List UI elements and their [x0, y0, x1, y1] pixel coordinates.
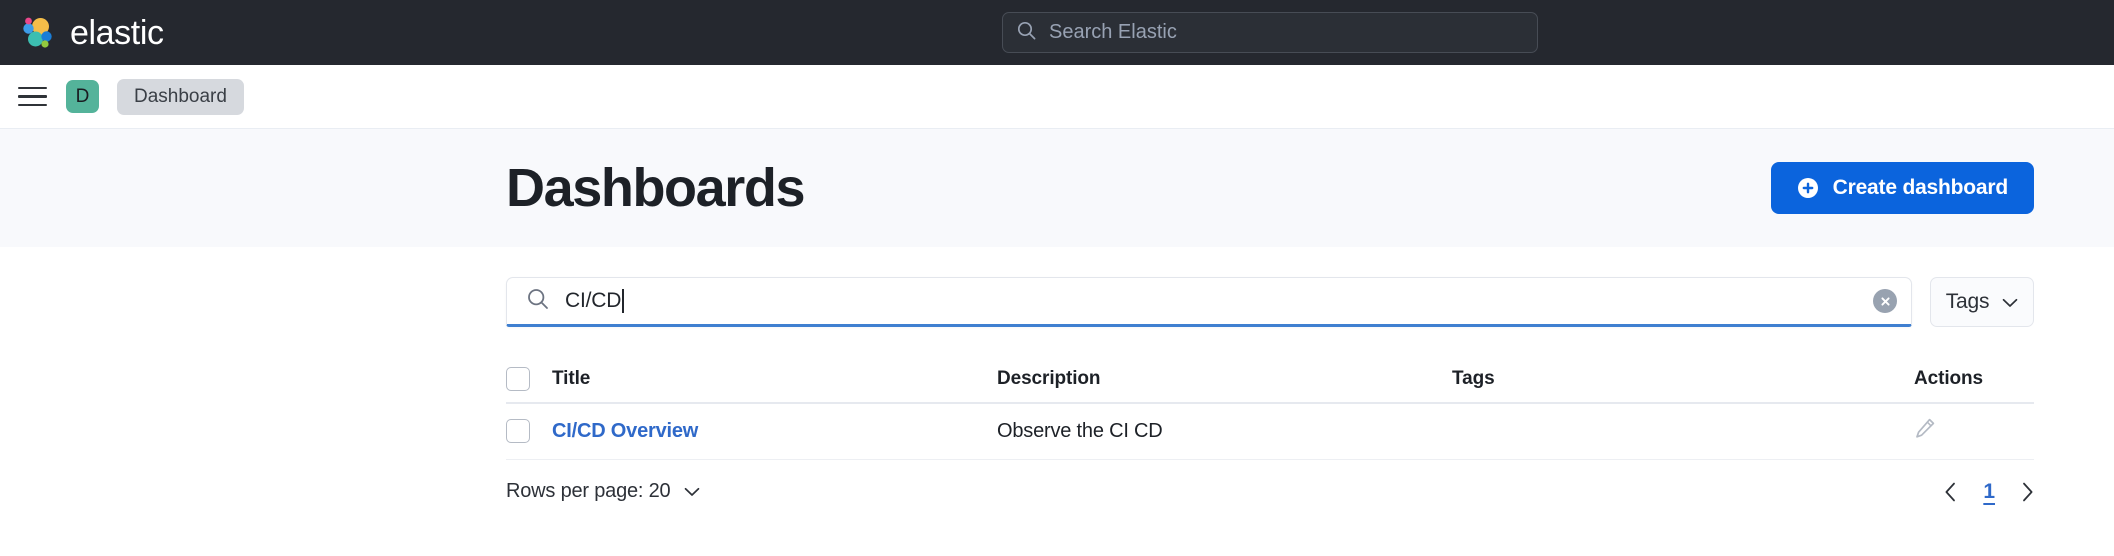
elastic-logo-icon — [18, 14, 56, 52]
clear-search-icon[interactable] — [1873, 289, 1897, 313]
rows-per-page-label: Rows per page: 20 — [506, 480, 670, 503]
page-number-1[interactable]: 1 — [1983, 480, 1995, 504]
table-header: Title Description Tags Actions — [506, 355, 2034, 403]
page-title: Dashboards — [506, 161, 804, 215]
chevron-down-icon — [2002, 290, 2018, 314]
select-all-header — [506, 355, 552, 403]
hamburger-line — [18, 95, 47, 98]
table-footer: Rows per page: 20 1 — [506, 460, 2034, 518]
hamburger-line — [18, 87, 47, 90]
dashboard-title-link[interactable]: CI/CD Overview — [552, 420, 698, 442]
column-header-title[interactable]: Title — [552, 355, 997, 403]
rows-per-page-selector[interactable]: Rows per page: 20 — [506, 480, 700, 503]
chevron-right-icon[interactable] — [2021, 482, 2034, 502]
global-search-placeholder: Search Elastic — [1049, 21, 1177, 44]
dashboards-table: Title Description Tags Actions CI/CD Ove… — [506, 355, 2034, 460]
row-tags-cell — [1452, 403, 1914, 459]
create-dashboard-label: Create dashboard — [1833, 176, 2008, 200]
pagination: 1 — [1944, 480, 2034, 504]
row-checkbox[interactable] — [506, 419, 530, 443]
column-header-actions: Actions — [1914, 355, 2034, 403]
main-content: CI/CD Tags Title — [0, 247, 2114, 518]
chevron-left-icon[interactable] — [1944, 482, 1957, 502]
row-select-cell — [506, 403, 552, 459]
brand-name: elastic — [70, 16, 164, 50]
search-row: CI/CD Tags — [506, 247, 2034, 327]
select-all-checkbox[interactable] — [506, 367, 530, 391]
row-actions-cell — [1914, 403, 2034, 459]
global-search-input[interactable]: Search Elastic — [1002, 12, 1538, 53]
row-description-cell: Observe the CI CD — [997, 403, 1452, 459]
table-header-row: Title Description Tags Actions — [506, 355, 2034, 403]
search-icon — [1017, 21, 1036, 45]
plus-circle-icon — [1797, 177, 1819, 199]
column-header-description[interactable]: Description — [997, 355, 1452, 403]
hamburger-line — [18, 104, 47, 107]
column-header-tags[interactable]: Tags — [1452, 355, 1914, 403]
table-body: CI/CD Overview Observe the CI CD — [506, 403, 2034, 459]
pencil-edit-icon[interactable] — [1914, 417, 1936, 445]
chevron-down-icon — [684, 480, 700, 503]
brand[interactable]: elastic — [0, 14, 164, 52]
tags-filter-label: Tags — [1946, 290, 1990, 314]
breadcrumb-bar: D Dashboard — [0, 65, 2114, 129]
table-row[interactable]: CI/CD Overview Observe the CI CD — [506, 403, 2034, 459]
hamburger-menu-icon[interactable] — [18, 85, 48, 109]
space-avatar[interactable]: D — [66, 80, 99, 113]
global-header: elastic Search Elastic — [0, 0, 2114, 65]
text-cursor — [622, 289, 624, 313]
row-title-cell: CI/CD Overview — [552, 403, 997, 459]
page-header-band: Dashboards Create dashboard — [0, 129, 2114, 247]
search-input[interactable]: CI/CD — [506, 277, 1912, 327]
search-icon — [527, 288, 549, 315]
create-dashboard-button[interactable]: Create dashboard — [1771, 162, 2034, 214]
tags-filter-button[interactable]: Tags — [1930, 277, 2034, 327]
breadcrumb-item-dashboard[interactable]: Dashboard — [117, 79, 244, 115]
search-input-value: CI/CD — [565, 289, 621, 313]
